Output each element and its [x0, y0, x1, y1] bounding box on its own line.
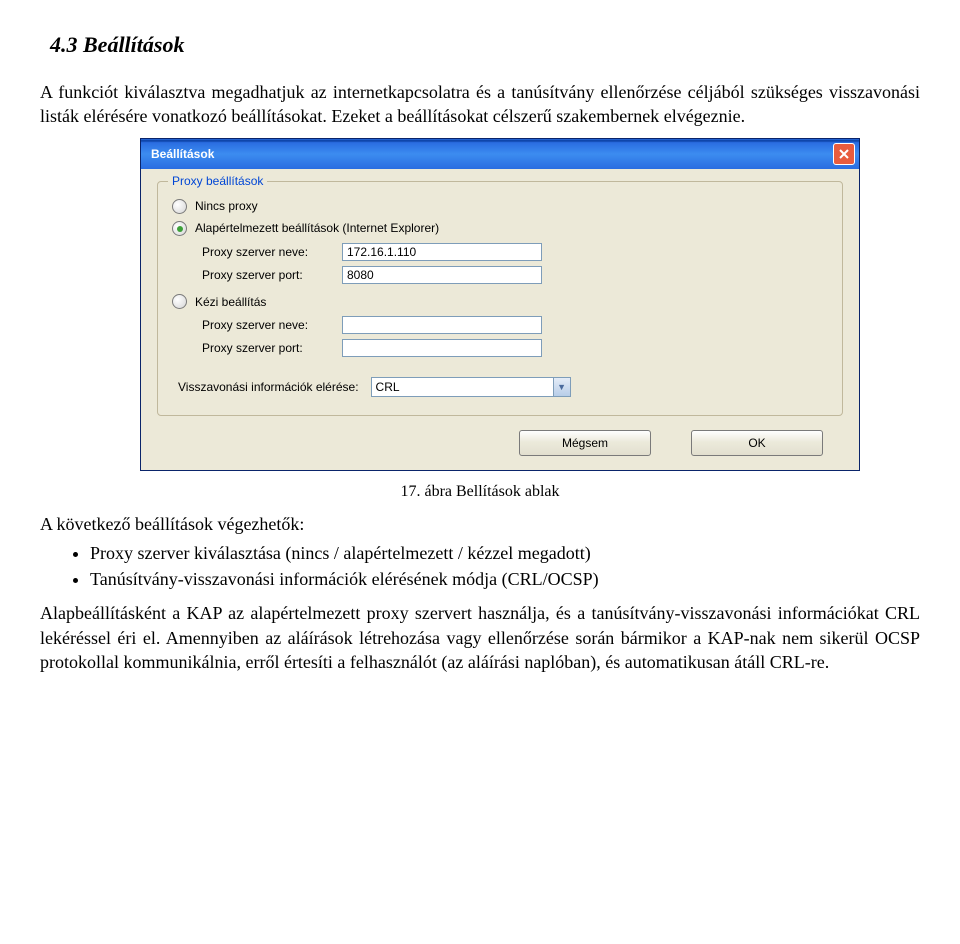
field-proxy-port: Proxy szerver port:: [202, 266, 828, 284]
close-icon: [839, 149, 849, 159]
bullet-list: Proxy szerver kiválasztása (nincs / alap…: [40, 541, 920, 592]
radio-label: Nincs proxy: [195, 198, 258, 214]
titlebar: Beállítások: [141, 139, 859, 169]
chevron-down-icon: ▼: [553, 378, 570, 396]
dialog-screenshot: Beállítások Proxy beállítások Nincs prox…: [140, 138, 860, 471]
radio-icon: [172, 294, 187, 309]
paragraph-list-intro: A következő beállítások végezhetők:: [40, 512, 920, 536]
radio-default-proxy[interactable]: Alapértelmezett beállítások (Internet Ex…: [172, 220, 828, 236]
proxy-name-manual-input[interactable]: [342, 316, 542, 334]
dialog-button-row: Mégsem OK: [157, 430, 843, 456]
dialog-title: Beállítások: [151, 146, 214, 162]
paragraph-footer: Alapbeállításként a KAP az alapértelmeze…: [40, 601, 920, 674]
revocation-row: Visszavonási információk elérése: CRL ▼: [178, 377, 828, 397]
list-item: Tanúsítvány-visszavonási információk elé…: [90, 567, 920, 591]
radio-manual-proxy[interactable]: Kézi beállítás: [172, 294, 828, 310]
section-heading: 4.3 Beállítások: [50, 30, 920, 60]
proxy-port-input[interactable]: [342, 266, 542, 284]
revocation-dropdown[interactable]: CRL ▼: [371, 377, 571, 397]
field-proxy-name: Proxy szerver neve:: [202, 243, 828, 261]
revocation-label: Visszavonási információk elérése:: [178, 379, 359, 395]
field-label: Proxy szerver port:: [202, 340, 332, 356]
list-item: Proxy szerver kiválasztása (nincs / alap…: [90, 541, 920, 565]
field-proxy-port-manual: Proxy szerver port:: [202, 339, 828, 357]
field-label: Proxy szerver neve:: [202, 317, 332, 333]
radio-label: Kézi beállítás: [195, 294, 266, 310]
field-label: Proxy szerver neve:: [202, 244, 332, 260]
radio-icon: [172, 221, 187, 236]
close-button[interactable]: [833, 143, 855, 165]
proxy-port-manual-input[interactable]: [342, 339, 542, 357]
radio-icon: [172, 199, 187, 214]
cancel-button[interactable]: Mégsem: [519, 430, 651, 456]
dialog-body: Proxy beállítások Nincs proxy Alapértelm…: [141, 169, 859, 470]
settings-dialog: Beállítások Proxy beállítások Nincs prox…: [140, 138, 860, 471]
paragraph-intro: A funkciót kiválasztva megadhatjuk az in…: [40, 80, 920, 129]
field-label: Proxy szerver port:: [202, 267, 332, 283]
dropdown-value: CRL: [372, 379, 553, 395]
radio-label: Alapértelmezett beállítások (Internet Ex…: [195, 220, 439, 236]
ok-button[interactable]: OK: [691, 430, 823, 456]
figure-caption: 17. ábra Bellítások ablak: [40, 481, 920, 503]
field-proxy-name-manual: Proxy szerver neve:: [202, 316, 828, 334]
proxy-name-input[interactable]: [342, 243, 542, 261]
groupbox-legend: Proxy beállítások: [168, 173, 267, 189]
radio-no-proxy[interactable]: Nincs proxy: [172, 198, 828, 214]
proxy-groupbox: Proxy beállítások Nincs proxy Alapértelm…: [157, 181, 843, 416]
